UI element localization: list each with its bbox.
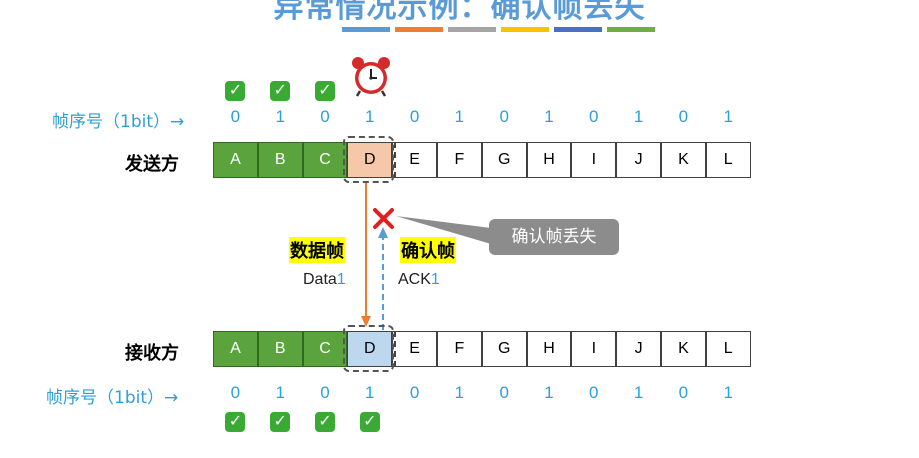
seq-number: 1 bbox=[275, 383, 285, 402]
frame-cell-b: B bbox=[257, 331, 303, 367]
receiver-current-frame-highlight bbox=[343, 325, 394, 372]
seq-number: 0 bbox=[320, 383, 330, 402]
frame-cell-f: F bbox=[437, 331, 482, 367]
frame-cell-c: C bbox=[302, 331, 348, 367]
lost-cross-icon bbox=[373, 208, 394, 229]
seq-number: 0 bbox=[409, 383, 420, 402]
seq-number: 0 bbox=[499, 383, 509, 402]
frame-cell-h: H bbox=[526, 331, 572, 367]
frame-cell-a: A bbox=[213, 331, 258, 367]
check-icon: ✓ bbox=[225, 412, 246, 432]
data-frame-label: 数据帧 bbox=[289, 237, 345, 263]
frame-cell-g: G bbox=[481, 331, 527, 367]
receiver-seq-label: 帧序号（1bit）→ bbox=[46, 388, 179, 408]
lost-ack-callout: 确认帧丢失 bbox=[489, 219, 619, 255]
frame-cell-l: L bbox=[705, 331, 751, 367]
receiver-label: 接收方 bbox=[125, 343, 179, 364]
seq-number: 1 bbox=[723, 383, 733, 402]
check-icon: ✓ bbox=[359, 412, 380, 432]
check-icon: ✓ bbox=[270, 412, 291, 432]
receiver-window-divider bbox=[394, 331, 396, 367]
ack-frame-label: 确认帧 bbox=[400, 237, 456, 263]
check-icon: ✓ bbox=[315, 412, 335, 432]
seq-number: 0 bbox=[589, 383, 599, 402]
frame-cell-k: K bbox=[661, 331, 706, 367]
frame-cell-i: I bbox=[571, 331, 617, 367]
seq-number: 1 bbox=[454, 383, 465, 402]
ack-frame-arrowhead bbox=[378, 227, 388, 238]
seq-number: 1 bbox=[633, 383, 644, 402]
data-frame-id: Data1 bbox=[303, 271, 346, 288]
seq-number: 1 bbox=[544, 383, 554, 402]
seq-number: 1 bbox=[365, 383, 375, 402]
frame-cell-j: J bbox=[616, 331, 661, 367]
ack-frame-id: ACK1 bbox=[398, 271, 440, 288]
seq-number: 0 bbox=[230, 383, 241, 402]
frame-cell-e: E bbox=[392, 331, 437, 367]
seq-number: 0 bbox=[678, 383, 689, 402]
